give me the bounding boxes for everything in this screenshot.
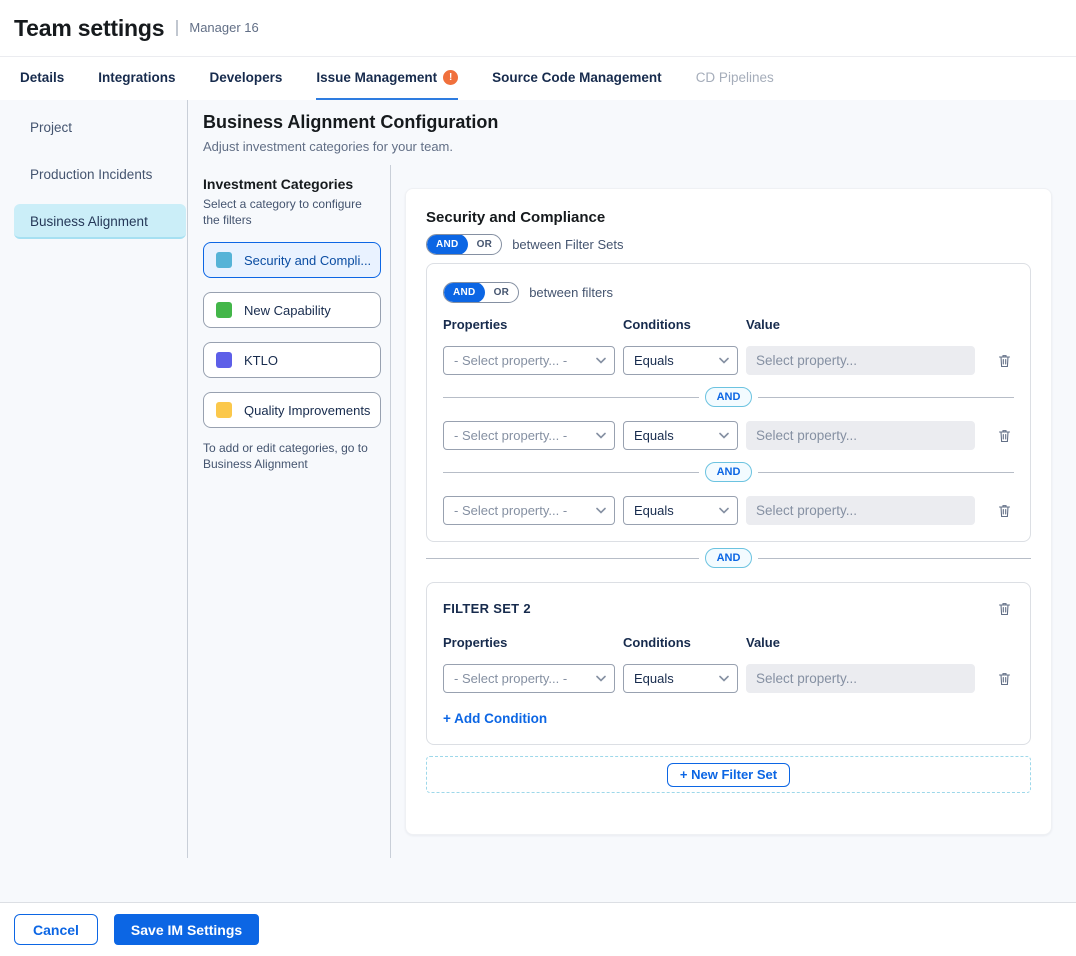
chevron-down-icon bbox=[596, 357, 606, 364]
properties-header: Properties bbox=[443, 317, 615, 332]
condition-select[interactable]: Equals bbox=[623, 421, 738, 450]
section-header: Business Alignment Configuration Adjust … bbox=[203, 112, 498, 154]
page-header: Team settings Manager 16 bbox=[0, 0, 1076, 57]
new-filter-set-dropzone: + New Filter Set bbox=[426, 756, 1031, 793]
value-input[interactable] bbox=[746, 421, 975, 450]
tab-cd-pipelines: CD Pipelines bbox=[696, 57, 774, 100]
filter-row: - Select property... - Equals bbox=[443, 496, 1014, 525]
selected-category-title: Security and Compliance bbox=[426, 209, 1031, 226]
value-header: Value bbox=[746, 635, 975, 650]
category-swatch-green bbox=[216, 302, 232, 318]
toggle-or[interactable]: OR bbox=[468, 235, 502, 254]
property-select[interactable]: - Select property... - bbox=[443, 496, 615, 525]
filter-config-panel: Security and Compliance AND OR between F… bbox=[405, 188, 1052, 835]
categories-hint: Select a category to configure the filte… bbox=[203, 196, 373, 228]
delete-filter-button[interactable] bbox=[995, 426, 1014, 446]
sidebar-item-production-incidents[interactable]: Production Incidents bbox=[14, 157, 186, 192]
team-name-label: Manager 16 bbox=[176, 20, 258, 36]
categories-title: Investment Categories bbox=[203, 176, 381, 192]
filter-row: - Select property... - Equals bbox=[443, 664, 1014, 693]
and-or-toggle-filter-sets[interactable]: AND OR bbox=[426, 234, 502, 255]
conditions-header: Conditions bbox=[623, 635, 738, 650]
filter-set-2-card: FILTER SET 2 Properties Conditions Value… bbox=[426, 582, 1031, 745]
section-subtitle: Adjust investment categories for your te… bbox=[203, 139, 498, 154]
categories-divider bbox=[390, 165, 391, 858]
delete-filter-button[interactable] bbox=[995, 351, 1014, 371]
toggle-or[interactable]: OR bbox=[485, 283, 519, 302]
filter-row: - Select property... - Equals bbox=[443, 421, 1014, 450]
chevron-down-icon bbox=[596, 675, 606, 682]
category-button-quality-improvements[interactable]: Quality Improvements bbox=[203, 392, 381, 428]
chevron-down-icon bbox=[596, 432, 606, 439]
filter-column-headers: Properties Conditions Value bbox=[443, 635, 1014, 650]
filter-row: - Select property... - Equals bbox=[443, 346, 1014, 375]
tab-details[interactable]: Details bbox=[20, 57, 64, 100]
tab-developers[interactable]: Developers bbox=[210, 57, 283, 100]
action-footer: Cancel Save IM Settings bbox=[0, 902, 1076, 956]
category-swatch-amber bbox=[216, 402, 232, 418]
save-im-settings-button[interactable]: Save IM Settings bbox=[114, 914, 259, 945]
investment-categories-column: Investment Categories Select a category … bbox=[203, 176, 381, 472]
between-filters-label: between filters bbox=[529, 285, 613, 300]
tab-source-code-management[interactable]: Source Code Management bbox=[492, 57, 662, 100]
content-area: Project Production Incidents Business Al… bbox=[0, 100, 1076, 902]
section-title: Business Alignment Configuration bbox=[203, 112, 498, 133]
sidebar-item-project[interactable]: Project bbox=[14, 110, 186, 145]
and-connector: AND bbox=[443, 387, 1014, 407]
trash-icon bbox=[997, 353, 1012, 369]
condition-select[interactable]: Equals bbox=[623, 496, 738, 525]
page-title: Team settings bbox=[14, 15, 164, 42]
chevron-down-icon bbox=[719, 675, 729, 682]
category-button-security-and-compliance[interactable]: Security and Compli... bbox=[203, 242, 381, 278]
categories-footer-note: To add or edit categories, go to Busines… bbox=[203, 440, 379, 472]
toggle-and[interactable]: AND bbox=[427, 234, 468, 255]
toggle-and[interactable]: AND bbox=[444, 282, 485, 303]
properties-header: Properties bbox=[443, 635, 615, 650]
delete-filter-button[interactable] bbox=[995, 669, 1014, 689]
team-settings-page: Team settings Manager 16 Details Integra… bbox=[0, 0, 1076, 956]
tab-issue-management[interactable]: Issue Management ! bbox=[316, 57, 458, 100]
category-swatch-teal bbox=[216, 252, 232, 268]
chevron-down-icon bbox=[719, 357, 729, 364]
settings-tabbar: Details Integrations Developers Issue Ma… bbox=[0, 57, 1076, 100]
and-or-toggle-filters[interactable]: AND OR bbox=[443, 282, 519, 303]
trash-icon bbox=[997, 671, 1012, 687]
value-input[interactable] bbox=[746, 496, 975, 525]
tab-integrations[interactable]: Integrations bbox=[98, 57, 175, 100]
condition-select[interactable]: Equals bbox=[623, 346, 738, 375]
filter-set-2-title: FILTER SET 2 bbox=[443, 601, 531, 616]
add-condition-button[interactable]: + Add Condition bbox=[443, 711, 547, 726]
delete-filter-set-button[interactable] bbox=[995, 599, 1014, 619]
property-select[interactable]: - Select property... - bbox=[443, 346, 615, 375]
property-select[interactable]: - Select property... - bbox=[443, 664, 615, 693]
cancel-button[interactable]: Cancel bbox=[14, 914, 98, 945]
category-button-ktlo[interactable]: KTLO bbox=[203, 342, 381, 378]
conditions-header: Conditions bbox=[623, 317, 738, 332]
chevron-down-icon bbox=[719, 507, 729, 514]
category-button-new-capability[interactable]: New Capability bbox=[203, 292, 381, 328]
warning-badge-icon: ! bbox=[443, 70, 458, 85]
value-input[interactable] bbox=[746, 664, 975, 693]
sidebar-item-business-alignment[interactable]: Business Alignment bbox=[14, 204, 186, 239]
and-connector: AND bbox=[443, 462, 1014, 482]
value-header: Value bbox=[746, 317, 975, 332]
property-select[interactable]: - Select property... - bbox=[443, 421, 615, 450]
value-input[interactable] bbox=[746, 346, 975, 375]
trash-icon bbox=[997, 503, 1012, 519]
sidebar-divider bbox=[187, 100, 188, 858]
filter-column-headers: Properties Conditions Value bbox=[443, 317, 1014, 332]
filter-set-1-card: AND OR between filters Properties Condit… bbox=[426, 263, 1031, 542]
trash-icon bbox=[997, 428, 1012, 444]
settings-sidebar: Project Production Incidents Business Al… bbox=[0, 100, 187, 251]
condition-select[interactable]: Equals bbox=[623, 664, 738, 693]
chevron-down-icon bbox=[596, 507, 606, 514]
chevron-down-icon bbox=[719, 432, 729, 439]
category-swatch-indigo bbox=[216, 352, 232, 368]
delete-filter-button[interactable] bbox=[995, 501, 1014, 521]
between-filter-sets-label: between Filter Sets bbox=[512, 237, 623, 252]
trash-icon bbox=[997, 601, 1012, 617]
and-connector-between-sets: AND bbox=[426, 548, 1031, 568]
new-filter-set-button[interactable]: + New Filter Set bbox=[667, 763, 790, 787]
